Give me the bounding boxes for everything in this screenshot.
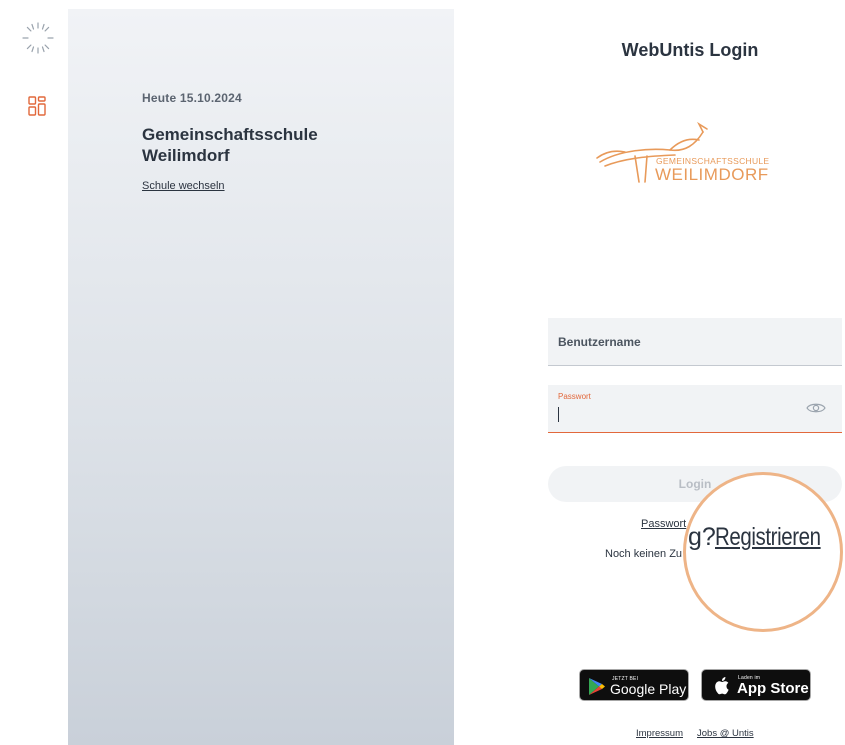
register-link[interactable]: Registrieren	[715, 523, 821, 552]
username-placeholder: Benutzername	[558, 335, 641, 349]
app-store-text: App Store	[737, 680, 809, 697]
google-play-badge[interactable]: JETZT BEI Google Play	[579, 669, 689, 701]
school-info-panel: Heute 15.10.2024 Gemeinschaftsschule Wei…	[68, 9, 454, 745]
forgot-password-link[interactable]: Passwort	[641, 518, 686, 530]
password-field[interactable]: Passwort	[548, 385, 842, 433]
magnified-prefix: g?	[688, 523, 716, 551]
dashboard-grid-icon[interactable]	[28, 96, 46, 116]
today-date: Heute 15.10.2024	[142, 91, 242, 105]
school-name: Gemeinschaftsschule Weilimdorf	[142, 125, 318, 165]
app-store-badge[interactable]: Laden im App Store	[701, 669, 811, 701]
eye-icon[interactable]	[806, 401, 826, 415]
change-school-link[interactable]: Schule wechseln	[142, 180, 225, 192]
password-label: Passwort	[558, 392, 591, 401]
side-rail	[0, 0, 68, 745]
no-access-text: Noch keinen Zu	[605, 548, 683, 560]
google-play-icon	[589, 678, 605, 695]
apple-icon	[715, 677, 729, 695]
google-play-text: Google Play	[610, 681, 687, 697]
impressum-link[interactable]: Impressum	[636, 728, 683, 739]
school-logo: GEMEINSCHAFTSSCHULE WEILIMDORF	[595, 120, 795, 190]
zoom-magnifier: g? Registrieren	[683, 472, 843, 632]
text-caret	[558, 407, 559, 422]
login-title: WebUntis Login	[621, 40, 759, 60]
logo-text-bottom: WEILIMDORF	[655, 165, 769, 184]
username-field[interactable]: Benutzername	[548, 318, 842, 366]
loading-spinner-icon	[22, 22, 54, 54]
password-input[interactable]	[560, 407, 800, 425]
jobs-link[interactable]: Jobs @ Untis	[697, 728, 754, 739]
